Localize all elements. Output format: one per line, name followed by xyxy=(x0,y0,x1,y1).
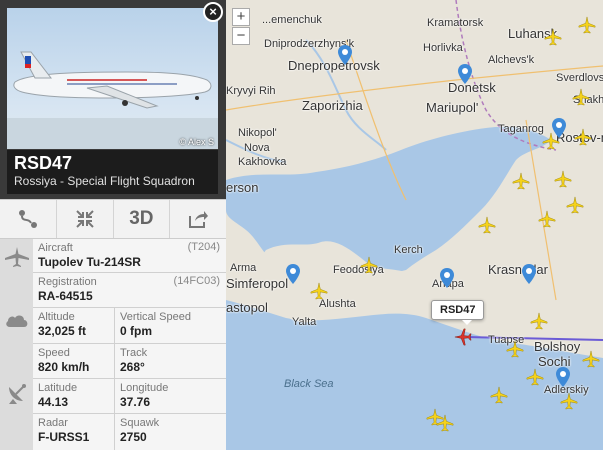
radar-value: F-URSS1 xyxy=(38,430,90,444)
latitude-value: 44.13 xyxy=(38,395,69,409)
squawk-label: Squawk xyxy=(120,417,160,429)
sea-label: Black Sea xyxy=(284,378,334,390)
flight-info-panel: © Alex S × RSD47 Rossiya - Special Fligh… xyxy=(0,0,226,450)
radar-dish-icon xyxy=(9,384,26,404)
aircraft-icon[interactable] xyxy=(506,340,524,358)
aircraft-icon[interactable] xyxy=(360,256,378,274)
collapse-icon xyxy=(75,210,94,228)
3d-view-button[interactable]: 3D xyxy=(114,200,171,238)
aircraft-icon[interactable] xyxy=(578,16,596,34)
squawk-value: 2750 xyxy=(120,430,147,444)
city-label: Kakhovka xyxy=(238,156,287,168)
registration-row: Registration RA-64515 (14FC03) xyxy=(33,273,226,308)
registration-code: (14FC03) xyxy=(173,275,220,287)
altitude-label: Altitude xyxy=(38,311,75,323)
panel-toolbar: 3D xyxy=(0,199,226,239)
selected-flight-label[interactable]: RSD47 xyxy=(431,300,485,325)
aircraft-icon[interactable] xyxy=(436,414,454,432)
city-label: Zaporizhia xyxy=(302,98,363,113)
photo-credit: © Alex S xyxy=(179,137,214,147)
track-value: 268° xyxy=(120,360,145,374)
city-label: Nikopol' xyxy=(238,127,277,139)
callsign-header: RSD47 Rossiya - Special Flight Squadron xyxy=(7,150,218,194)
longitude-label: Longitude xyxy=(120,382,169,394)
city-label: Kerch xyxy=(394,244,423,256)
track-label: Track xyxy=(120,347,148,359)
radar-label: Radar xyxy=(38,417,68,429)
aircraft-photo: © Alex S xyxy=(7,8,218,149)
share-icon xyxy=(189,211,209,228)
altitude-row: Altitude 32,025 ft Vertical Speed 0 fpm xyxy=(33,308,226,344)
collapse-button[interactable] xyxy=(57,200,114,238)
aircraft-icon[interactable] xyxy=(478,216,496,234)
aircraft-icon xyxy=(5,247,29,267)
details-side-icons xyxy=(0,239,33,450)
airline-name: Rossiya - Special Flight Squadron xyxy=(14,174,195,188)
aircraft-icon[interactable] xyxy=(526,368,544,386)
city-label: Simferopol xyxy=(226,276,289,291)
route-icon xyxy=(18,210,37,228)
share-button[interactable] xyxy=(170,200,226,238)
aircraft-value: Tupolev Tu-214SR xyxy=(38,255,141,269)
city-label: Mariupol' xyxy=(426,100,479,115)
registration-value: RA-64515 xyxy=(38,289,93,303)
city-label: Kramatorsk xyxy=(427,17,484,29)
city-label: ...emenchuk xyxy=(262,14,322,26)
aircraft-icon[interactable] xyxy=(560,392,578,410)
city-label: Horlivka xyxy=(423,42,463,54)
zoom-in-button[interactable]: + xyxy=(232,8,250,26)
flight-map[interactable]: + − ...emenchuk Dniprodzerzhyns'k Dnepro… xyxy=(226,0,603,450)
flight-details: Aircraft Tupolev Tu-214SR (T204) Registr… xyxy=(0,239,226,450)
aircraft-icon[interactable] xyxy=(310,282,328,300)
aircraft-icon[interactable] xyxy=(542,132,560,150)
weather-cloud-icon xyxy=(6,315,28,327)
longitude-value: 37.76 xyxy=(120,395,151,409)
city-label: Krasnodar xyxy=(488,262,548,277)
aircraft-icon[interactable] xyxy=(582,350,600,368)
close-button[interactable]: × xyxy=(203,2,223,22)
aircraft-icon[interactable] xyxy=(574,128,592,146)
aircraft-icon[interactable] xyxy=(530,312,548,330)
route-button[interactable] xyxy=(0,200,57,238)
city-label: astopol xyxy=(226,300,268,315)
zoom-out-button[interactable]: − xyxy=(232,27,250,45)
altitude-value: 32,025 ft xyxy=(38,324,87,338)
radar-row: Radar F-URSS1 Squawk 2750 xyxy=(33,414,226,450)
speed-value: 820 km/h xyxy=(38,360,90,374)
airport-pin-icon[interactable] xyxy=(338,45,352,65)
vertical-speed-value: 0 fpm xyxy=(120,324,153,338)
aircraft-icon[interactable] xyxy=(554,170,572,188)
aircraft-icon[interactable] xyxy=(538,210,556,228)
city-label: Arma xyxy=(230,262,257,274)
airport-pin-icon[interactable] xyxy=(440,268,454,288)
city-label: Taganrog xyxy=(498,123,544,135)
position-row: Latitude 44.13 Longitude 37.76 xyxy=(33,379,226,414)
aircraft-icon[interactable] xyxy=(572,88,590,106)
city-label: Nova xyxy=(244,142,270,154)
callsign: RSD47 xyxy=(14,153,73,173)
aircraft-icon[interactable] xyxy=(490,386,508,404)
city-label: erson xyxy=(226,180,259,195)
aircraft-icon[interactable] xyxy=(544,28,562,46)
aircraft-icon[interactable] xyxy=(566,196,584,214)
vertical-speed-label: Vertical Speed xyxy=(120,311,191,323)
aircraft-code: (T204) xyxy=(187,241,220,253)
city-label: Bolshoy xyxy=(534,339,581,354)
latitude-label: Latitude xyxy=(38,382,78,394)
city-label: Dnepropetrovsk xyxy=(288,58,380,73)
airport-pin-icon[interactable] xyxy=(522,264,536,284)
aircraft-icon[interactable] xyxy=(512,172,530,190)
city-label: Sverdlovs'k xyxy=(556,72,603,84)
selected-aircraft-icon[interactable] xyxy=(454,328,472,346)
aircraft-photo-image xyxy=(7,51,218,149)
airport-pin-icon[interactable] xyxy=(286,264,300,284)
speed-label: Speed xyxy=(38,347,70,359)
city-label: Kryvyi Rih xyxy=(226,85,276,97)
city-label: Yalta xyxy=(292,316,317,328)
aircraft-row: Aircraft Tupolev Tu-214SR (T204) xyxy=(33,239,226,273)
city-label: Alchevs'k xyxy=(488,54,535,66)
speed-row: Speed 820 km/h Track 268° xyxy=(33,344,226,379)
airport-pin-icon[interactable] xyxy=(458,64,472,84)
airport-pin-icon[interactable] xyxy=(556,367,570,387)
